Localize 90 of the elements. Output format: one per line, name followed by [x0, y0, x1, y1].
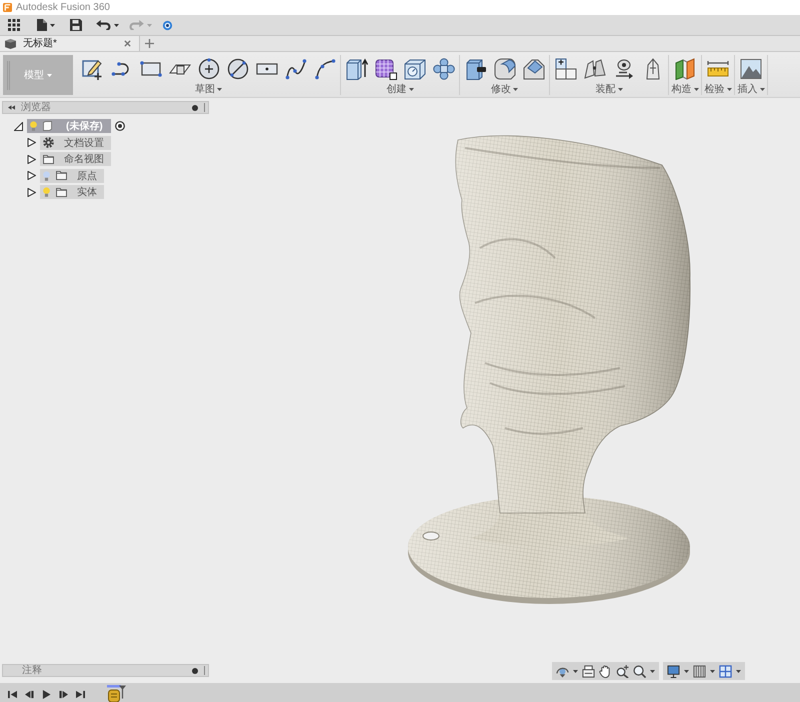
- toolbar-group-menu[interactable]: 装配: [596, 84, 622, 95]
- timeline-feature-icon[interactable]: [107, 685, 121, 702]
- caret-icon: [513, 88, 518, 91]
- tree-item[interactable]: 实体: [40, 185, 104, 199]
- circle-dot-icon[interactable]: [162, 20, 173, 30]
- document-icon: [43, 121, 52, 131]
- tree-toggle-icon[interactable]: [27, 154, 36, 164]
- planes-icon[interactable]: [674, 58, 696, 80]
- file-icon: [37, 19, 47, 31]
- sketch-pencil-icon[interactable]: [82, 58, 104, 80]
- document-tab[interactable]: 无标题*: [0, 36, 140, 51]
- box-circle-icon[interactable]: [404, 58, 426, 80]
- folder-icon: [43, 154, 54, 164]
- active-radio-icon[interactable]: [114, 121, 125, 131]
- caret-icon: [47, 74, 52, 76]
- undo-icon: [96, 20, 111, 30]
- tree-toggle-icon[interactable]: [27, 171, 36, 180]
- box-pin-icon[interactable]: [464, 58, 486, 80]
- stacked-squares-icon[interactable]: [554, 58, 576, 80]
- tree-item[interactable]: 文档设置: [40, 136, 111, 150]
- caret-icon[interactable]: [710, 670, 715, 672]
- toolbar-group-menu[interactable]: 构造: [672, 84, 698, 95]
- folder-icon: [56, 171, 67, 180]
- arc-icon[interactable]: [314, 58, 336, 80]
- cross-blobs-icon[interactable]: [432, 58, 454, 80]
- timeline-marker-icon[interactable]: [119, 684, 126, 698]
- options-dot-icon[interactable]: [192, 104, 198, 110]
- caret-icon: [114, 24, 119, 26]
- look-at-icon[interactable]: [582, 664, 595, 678]
- caret-icon: [408, 88, 414, 91]
- app-logo-icon: [3, 3, 12, 12]
- tree-item[interactable]: 命名视图: [40, 152, 111, 166]
- save-icon[interactable]: [70, 19, 82, 31]
- toolbar-group-menu[interactable]: 修改: [491, 84, 518, 95]
- folder-icon: [56, 188, 67, 196]
- viewports-icon[interactable]: [719, 664, 732, 678]
- monitor-icon[interactable]: [667, 664, 680, 678]
- panel-title: 浏览器: [21, 102, 51, 113]
- rounded-box-icon[interactable]: [494, 58, 516, 80]
- toolbar-group-menu[interactable]: 插入: [738, 84, 764, 95]
- caret-icon: [217, 88, 222, 91]
- caret-icon[interactable]: [684, 670, 689, 672]
- tab-title: 无标题*: [23, 38, 57, 50]
- panel-title: 注释: [22, 665, 42, 676]
- caret-icon: [760, 88, 764, 91]
- caret-icon: [50, 24, 55, 26]
- box-arrow-icon[interactable]: [346, 58, 368, 80]
- chamfered-box-icon[interactable]: [522, 58, 544, 80]
- step-back-icon[interactable]: [25, 690, 34, 699]
- pan-hand-icon[interactable]: [599, 664, 612, 678]
- circle-icon[interactable]: [198, 58, 220, 80]
- caret-icon: [618, 88, 622, 91]
- step-forward-icon[interactable]: [59, 690, 68, 699]
- options-dot-icon[interactable]: [192, 668, 198, 674]
- tree-toggle-icon[interactable]: [14, 122, 23, 130]
- gear-icon: [43, 137, 54, 148]
- tree-item[interactable]: 原点: [40, 168, 104, 182]
- apps-grid-icon[interactable]: [8, 19, 20, 31]
- toolbar-group-menu[interactable]: 草图: [195, 84, 222, 95]
- cube-icon: [5, 38, 16, 48]
- zoom-icon[interactable]: [616, 664, 629, 678]
- tree-item-label: (未保存): [66, 120, 103, 133]
- redo-icon: [129, 20, 144, 30]
- toolbar-group-menu[interactable]: 创建: [386, 84, 414, 95]
- skip-start-icon[interactable]: [8, 690, 17, 699]
- add-tab-icon[interactable]: [145, 39, 154, 48]
- tree-toggle-icon[interactable]: [27, 188, 36, 196]
- magnifier-icon[interactable]: [633, 664, 646, 678]
- close-icon[interactable]: [124, 40, 131, 47]
- spline-icon[interactable]: [284, 58, 306, 80]
- rectangle-icon[interactable]: [140, 58, 162, 80]
- caret-icon[interactable]: [650, 670, 655, 672]
- circle-diameter-icon[interactable]: [226, 58, 248, 80]
- window-title: Autodesk Fusion 360: [16, 2, 110, 14]
- caret-icon[interactable]: [573, 670, 578, 672]
- caret-icon: [147, 24, 152, 26]
- tree-toggle-icon[interactable]: [27, 138, 36, 147]
- picture-icon[interactable]: [740, 58, 762, 80]
- play-icon[interactable]: [42, 690, 51, 699]
- caret-icon[interactable]: [736, 670, 741, 672]
- grid-box-icon[interactable]: [374, 58, 396, 80]
- skip-end-icon[interactable]: [76, 690, 85, 699]
- file-menu-button[interactable]: [37, 19, 55, 31]
- grid-lines-icon[interactable]: [693, 664, 706, 678]
- caret-icon: [694, 88, 698, 91]
- caret-icon: [726, 88, 732, 91]
- toolbar-group-menu[interactable]: 检验: [704, 84, 732, 95]
- collapse-icon[interactable]: [8, 105, 15, 110]
- undo-button[interactable]: [96, 20, 119, 30]
- joint-icon[interactable]: [584, 58, 606, 80]
